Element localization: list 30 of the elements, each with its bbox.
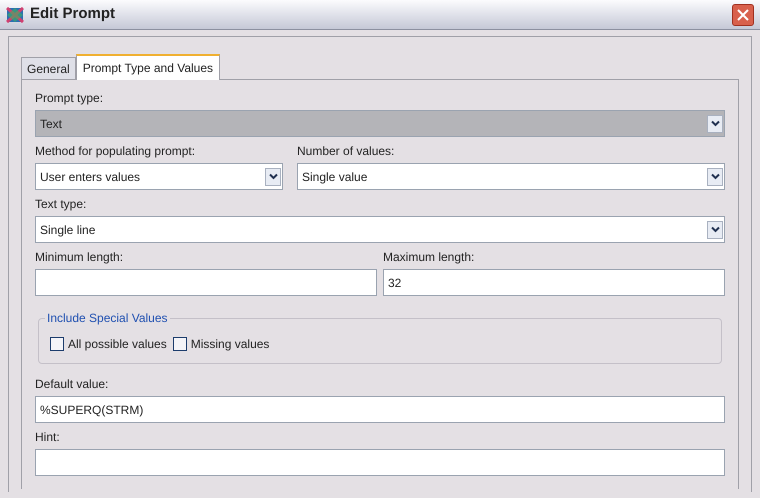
input-field[interactable]: %SUPERQ(STRM) [35,396,725,423]
field-label: Number of values: [297,143,396,160]
checkbox-option[interactable]: All possible values [50,335,167,353]
field-label: Maximum length: [383,249,476,266]
dropdown[interactable]: User enters values [35,163,283,190]
tab[interactable]: General [21,57,76,79]
input-field[interactable] [35,269,377,296]
checkbox-option[interactable]: Missing values [172,335,270,353]
caret-icon [707,220,723,238]
tab[interactable]: Prompt Type and Values [76,54,220,80]
caret-icon [265,168,281,186]
group-title: Include Special Values [45,311,170,325]
field-label: Hint: [35,429,61,446]
input-field[interactable] [35,449,725,476]
caret-icon [707,168,723,186]
close-icon [737,8,749,20]
checkbox[interactable] [172,337,187,351]
input-field[interactable]: 32 [383,269,725,296]
dropdown[interactable]: Single value [297,163,725,190]
field-label: Text type: [35,196,88,213]
caret-icon [707,114,723,132]
checkbox[interactable] [50,337,64,351]
field-label: Prompt type: [35,90,104,107]
window-title: Edit Prompt [30,4,116,24]
field-label: Default value: [35,376,110,393]
close-button[interactable] [732,4,754,26]
window-icon [6,6,24,22]
dropdown[interactable]: Single line [35,216,725,243]
field-label: Method for populating prompt: [35,143,196,160]
field-label: Minimum length: [35,249,124,266]
